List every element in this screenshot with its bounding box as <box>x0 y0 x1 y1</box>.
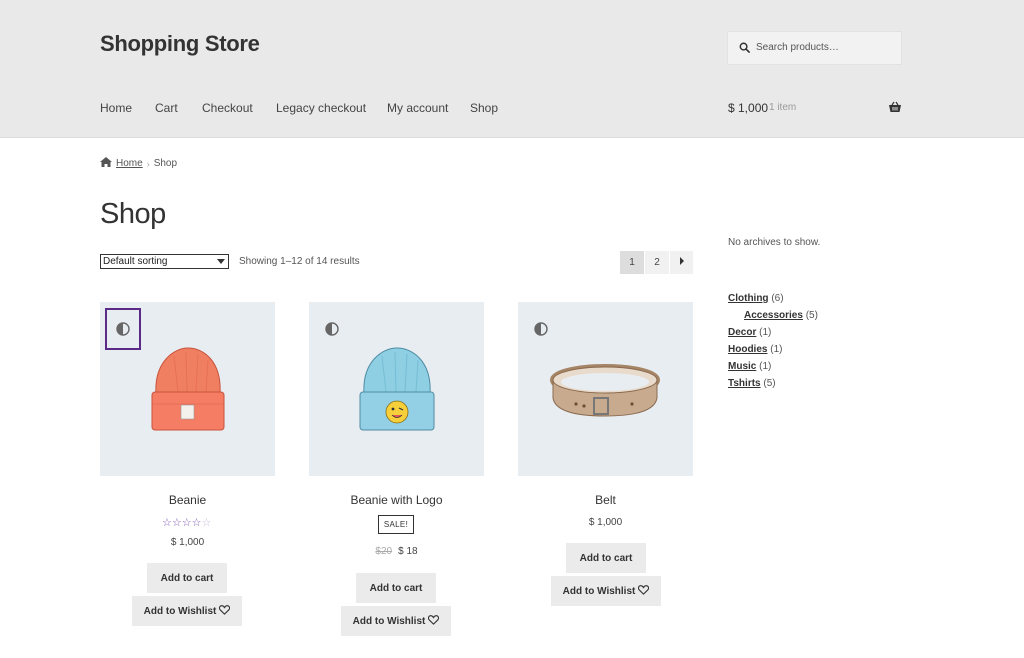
add-to-cart-button[interactable]: Add to cart <box>566 543 646 573</box>
add-to-cart-button[interactable]: Add to cart <box>356 573 436 603</box>
category-count: (6) <box>771 293 784 304</box>
wishlist-label: Add to Wishlist <box>143 605 217 617</box>
home-icon <box>100 157 112 170</box>
beanie-illustration <box>151 347 225 431</box>
sale-price: $ 18 <box>398 546 418 557</box>
product-title[interactable]: Belt <box>518 493 693 507</box>
add-to-wishlist-button[interactable]: Add to Wishlist <box>551 576 661 606</box>
category-item: Decor (1) <box>728 327 771 338</box>
sort-selected-value: Default sorting <box>103 256 168 267</box>
breadcrumb-current: Shop <box>153 158 178 169</box>
nav-home[interactable]: Home <box>100 101 132 115</box>
nav-shop[interactable]: Shop <box>470 101 498 115</box>
category-link[interactable]: Tshirts <box>728 378 761 389</box>
category-link[interactable]: Hoodies <box>728 344 767 355</box>
product-price: $20 $ 18 <box>309 546 484 557</box>
product-price: $ 1,000 <box>170 537 205 548</box>
category-item: Music (1) <box>728 361 771 372</box>
product-title[interactable]: Beanie with Logo <box>309 493 484 507</box>
belt-illustration <box>550 364 660 417</box>
category-link[interactable]: Clothing <box>728 293 769 304</box>
category-item: Clothing (6) <box>728 293 784 304</box>
archives-empty-message: No archives to show. <box>728 237 821 248</box>
breadcrumb-separator-icon: › <box>146 158 150 169</box>
site-header: Shopping Store Search products… Home Car… <box>0 0 1024 138</box>
pagination-page-2[interactable]: 2 <box>645 251 669 274</box>
pagination-page-1[interactable]: 1 <box>620 251 644 274</box>
product-image-beanie[interactable] <box>100 302 275 476</box>
category-link[interactable]: Music <box>728 361 756 372</box>
category-item: Accessories (5) <box>744 310 818 321</box>
result-count: Showing 1–12 of 14 results <box>239 256 360 267</box>
cart-total[interactable]: $ 1,000 <box>728 101 768 115</box>
add-to-cart-button[interactable]: Add to cart <box>147 563 227 593</box>
nav-cart[interactable]: Cart <box>155 101 178 115</box>
breadcrumb-home[interactable]: Home <box>116 158 143 169</box>
page-title: Shop <box>100 198 166 230</box>
category-count: (1) <box>770 344 783 355</box>
wishlist-label: Add to Wishlist <box>562 585 636 597</box>
product-image-beanie-with-logo[interactable] <box>309 302 484 476</box>
category-count: (5) <box>763 378 776 389</box>
pagination-next[interactable] <box>670 251 693 274</box>
category-item: Hoodies (1) <box>728 344 782 355</box>
nav-legacy-checkout[interactable]: Legacy checkout <box>276 101 366 115</box>
basket-icon[interactable] <box>888 101 902 116</box>
contrast-icon[interactable] <box>116 322 130 339</box>
category-link[interactable]: Accessories <box>744 310 803 321</box>
sort-select[interactable]: Default sorting <box>100 254 229 269</box>
heart-icon <box>219 604 231 618</box>
old-price: $20 <box>375 546 393 557</box>
site-title[interactable]: Shopping Store <box>100 31 260 57</box>
heart-icon <box>638 584 650 598</box>
add-to-wishlist-button[interactable]: Add to Wishlist <box>132 596 242 626</box>
breadcrumb: Home › Shop <box>100 157 177 170</box>
sale-badge: SALE! <box>378 515 414 534</box>
category-link[interactable]: Decor <box>728 327 756 338</box>
rating-stars: ☆☆☆☆☆ <box>162 517 212 529</box>
cart-count[interactable]: 1 item <box>769 102 796 113</box>
chevron-down-icon <box>217 259 225 264</box>
search-icon <box>739 42 750 56</box>
contrast-icon[interactable] <box>534 322 548 339</box>
product-image-belt[interactable] <box>518 302 693 476</box>
search-placeholder: Search products… <box>756 42 839 53</box>
arrow-right-icon <box>679 257 685 268</box>
category-count: (1) <box>759 327 772 338</box>
heart-icon <box>428 614 440 628</box>
beanie-logo-illustration <box>359 347 435 431</box>
product-title[interactable]: Beanie <box>100 493 275 507</box>
wishlist-label: Add to Wishlist <box>352 615 426 627</box>
category-count: (1) <box>759 361 772 372</box>
add-to-wishlist-button[interactable]: Add to Wishlist <box>341 606 451 636</box>
nav-checkout[interactable]: Checkout <box>202 101 253 115</box>
nav-my-account[interactable]: My account <box>387 101 448 115</box>
product-price: $ 1,000 <box>588 517 623 528</box>
search-input[interactable]: Search products… <box>727 31 902 65</box>
category-count: (5) <box>805 310 818 321</box>
contrast-icon[interactable] <box>325 322 339 339</box>
category-item: Tshirts (5) <box>728 378 776 389</box>
